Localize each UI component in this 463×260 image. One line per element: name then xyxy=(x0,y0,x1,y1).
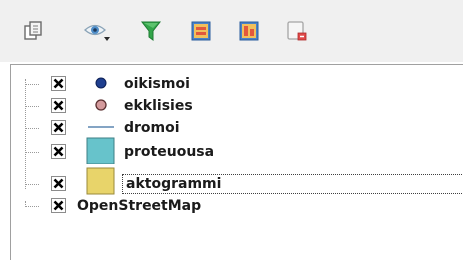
layer-label: dromoi xyxy=(124,120,180,136)
layer-label-selected: aktogrammi xyxy=(122,174,463,194)
layer-visibility-checkbox[interactable] xyxy=(51,144,66,159)
checkmark-x-icon xyxy=(53,78,64,89)
layer-row-ekklisies[interactable]: ekklisies xyxy=(11,95,463,117)
collapse-all-button[interactable] xyxy=(234,16,264,46)
layers-panel: oikismoi ekklisies dromoi proteuousa akt… xyxy=(0,0,463,260)
layer-label: ekklisies xyxy=(124,98,193,114)
eye-dropdown-icon xyxy=(82,18,114,44)
layer-row-proteuousa[interactable]: proteuousa xyxy=(11,137,463,165)
layer-row-aktogrammi[interactable]: aktogrammi xyxy=(11,167,463,195)
tree-connector xyxy=(25,206,39,207)
tree-connector xyxy=(25,84,39,85)
tree-connector xyxy=(25,128,39,129)
layers-toolbar xyxy=(0,0,463,62)
polygon-symbol-icon xyxy=(85,136,117,165)
layer-visibility-checkbox[interactable] xyxy=(51,198,66,213)
point-symbol-icon xyxy=(85,95,117,117)
tree-connector xyxy=(25,152,39,153)
layer-label: proteuousa xyxy=(124,144,215,160)
layer-visibility-checkbox[interactable] xyxy=(51,76,66,91)
remove-layer-button[interactable] xyxy=(282,16,312,46)
layer-label: OpenStreetMap xyxy=(77,198,202,214)
checkmark-x-icon xyxy=(53,146,64,157)
checkmark-x-icon xyxy=(53,100,64,111)
tree-connector xyxy=(25,106,39,107)
expand-all-button[interactable] xyxy=(186,16,216,46)
remove-layer-icon xyxy=(285,19,309,43)
layer-label: oikismoi xyxy=(124,76,190,92)
polygon-symbol-icon xyxy=(85,167,117,195)
layer-row-dromoi[interactable]: dromoi xyxy=(11,117,463,139)
filter-legend-button[interactable] xyxy=(136,16,166,46)
add-group-icon xyxy=(22,19,44,43)
checkmark-x-icon xyxy=(53,200,64,211)
layer-row-openstreetmap[interactable]: OpenStreetMap xyxy=(11,195,463,217)
layer-tree: oikismoi ekklisies dromoi proteuousa akt… xyxy=(10,64,463,260)
layer-visibility-checkbox[interactable] xyxy=(51,176,66,191)
layer-row-oikismoi[interactable]: oikismoi xyxy=(11,73,463,189)
manage-visibility-button[interactable] xyxy=(80,16,116,46)
tree-connector xyxy=(25,184,39,185)
point-symbol-icon xyxy=(85,73,117,95)
expand-all-icon xyxy=(189,19,213,43)
checkmark-x-icon xyxy=(53,178,64,189)
layer-visibility-checkbox[interactable] xyxy=(51,120,66,135)
add-group-button[interactable] xyxy=(18,16,48,46)
layer-visibility-checkbox[interactable] xyxy=(51,98,66,113)
checkmark-x-icon xyxy=(53,122,64,133)
collapse-all-icon xyxy=(237,19,261,43)
filter-icon xyxy=(140,19,162,43)
